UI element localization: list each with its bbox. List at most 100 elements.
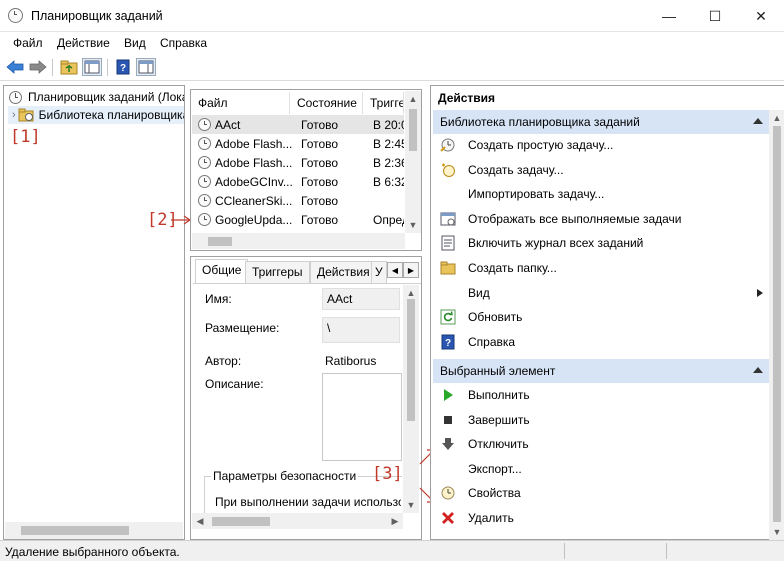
action-label: Включить журнал всех заданий xyxy=(468,236,644,251)
action-disable-2[interactable]: Отключить xyxy=(434,433,770,455)
task-status: Готово xyxy=(301,117,339,132)
collapse-caret-icon[interactable] xyxy=(753,367,763,373)
menu-view[interactable]: Вид xyxy=(124,36,146,50)
tree-hscrollbar[interactable] xyxy=(5,522,183,539)
scroll-right-icon[interactable]: ▶ xyxy=(387,513,403,529)
location-field[interactable]: \ xyxy=(322,317,400,343)
tree-root[interactable]: Планировщик заданий (Локальный) xyxy=(8,88,184,106)
menu-action[interactable]: Действие xyxy=(57,36,110,50)
console-tree-icon xyxy=(84,60,100,74)
description-field[interactable] xyxy=(322,373,402,461)
action-help-8[interactable]: ? Справка xyxy=(434,331,770,353)
tab-actions[interactable]: Действия xyxy=(310,261,377,283)
actions-title: Действия xyxy=(438,91,496,105)
svg-text:?: ? xyxy=(120,63,126,74)
name-field[interactable]: AAct xyxy=(322,288,400,310)
scroll-up-icon[interactable]: ▲ xyxy=(769,110,784,126)
action-action-2[interactable]: Импортировать задачу... xyxy=(434,183,770,205)
scroll-down-icon[interactable]: ▼ xyxy=(403,497,419,513)
action-wizard-0[interactable]: Создать простую задачу... xyxy=(434,134,770,156)
task-row[interactable]: AAct Готово В 20:00 xyxy=(192,115,404,134)
log-icon xyxy=(438,235,458,251)
scrollbar-thumb[interactable] xyxy=(212,517,270,526)
maximize-button[interactable]: ☐ xyxy=(692,0,738,32)
scroll-down-icon[interactable]: ▼ xyxy=(405,217,421,233)
status-bar: Удаление выбранного объекта. xyxy=(0,540,784,561)
back-button[interactable] xyxy=(5,58,25,76)
group-library-header[interactable]: Библиотека планировщика заданий xyxy=(433,110,769,134)
task-clock-icon xyxy=(198,137,211,150)
tab-divider xyxy=(193,283,421,284)
scrollbar-thumb[interactable] xyxy=(407,299,415,421)
action-label: Импортировать задачу... xyxy=(468,187,605,202)
status-divider xyxy=(564,543,565,559)
action-refresh-7[interactable]: Обновить xyxy=(434,306,770,328)
show-hide-actions-button[interactable] xyxy=(136,58,156,76)
scroll-left-icon[interactable]: ◀ xyxy=(192,513,208,529)
scrollbar-thumb[interactable] xyxy=(208,237,232,246)
minimize-button[interactable]: — xyxy=(646,0,692,32)
folder-icon xyxy=(438,260,458,276)
tab-scroll-left-icon[interactable]: ◀ xyxy=(387,262,403,278)
task-name: AAct xyxy=(215,117,241,132)
folder-up-icon xyxy=(60,60,78,75)
column-header-triggers[interactable]: Триггеры xyxy=(364,92,404,114)
author-value: Ratiborus xyxy=(325,354,377,368)
task-hscrollbar[interactable] xyxy=(192,233,405,249)
task-list: Файл Состояние Триггеры AAct Готово В 20:0… xyxy=(190,89,422,251)
task-vscrollbar[interactable]: ▲ ▼ xyxy=(405,91,421,233)
scrollbar-thumb[interactable] xyxy=(773,126,781,522)
action-run-0[interactable]: Выполнить xyxy=(434,384,770,406)
menu-bar: Файл Действие Вид Справка xyxy=(0,33,784,54)
close-button[interactable]: ✕ xyxy=(738,0,784,32)
task-row[interactable]: Adobe Flash... Готово В 2:45 xyxy=(192,134,404,153)
status-divider xyxy=(666,543,667,559)
action-folder-5[interactable]: Создать папку... xyxy=(434,257,770,279)
tree-library[interactable]: › Библиотека планировщика заданий xyxy=(8,106,184,124)
scroll-down-icon[interactable]: ▼ xyxy=(769,524,784,540)
task-name: AdobeGCInv... xyxy=(215,174,293,189)
task-clock-icon xyxy=(198,194,211,207)
action-log-4[interactable]: Включить журнал всех заданий xyxy=(434,232,770,254)
tab-triggers[interactable]: Триггеры xyxy=(245,261,310,283)
task-row[interactable]: CCleanerSki... Готово xyxy=(192,191,404,210)
details-vscrollbar[interactable]: ▲ ▼ xyxy=(403,285,419,513)
task-row[interactable]: AdobeGCInv... Готово В 6:32 xyxy=(192,172,404,191)
tab-conditions[interactable]: У xyxy=(371,261,387,283)
task-row[interactable]: GoogleUpda... Готово Опред xyxy=(192,210,404,229)
action-delete-5[interactable]: Удалить xyxy=(434,507,770,529)
blank-icon xyxy=(438,285,458,301)
expand-chevron-icon[interactable]: › xyxy=(12,109,16,121)
task-row[interactable]: Adobe Flash... Готово В 2:36 xyxy=(192,153,404,172)
show-hide-tree-button[interactable] xyxy=(82,58,102,76)
submenu-arrow-icon xyxy=(757,288,763,297)
action-action-3[interactable]: Экспорт... xyxy=(434,458,770,480)
menu-file[interactable]: Файл xyxy=(13,36,43,50)
up-folder-button[interactable] xyxy=(59,58,79,76)
actions-vscrollbar[interactable]: ▲ ▼ xyxy=(769,110,784,541)
action-action-6[interactable]: Вид xyxy=(434,282,770,304)
task-trigger: В 2:45 xyxy=(373,136,404,151)
tab-general[interactable]: Общие xyxy=(195,259,249,283)
scroll-up-icon[interactable]: ▲ xyxy=(405,91,421,107)
action-stop-1[interactable]: Завершить xyxy=(434,409,770,431)
action-label: Обновить xyxy=(468,310,523,325)
column-header-file[interactable]: Файл xyxy=(192,92,290,114)
scrollbar-thumb[interactable] xyxy=(21,526,129,535)
help-book-icon: ? xyxy=(116,59,130,75)
action-label: Создать задачу... xyxy=(468,162,564,177)
action-properties-4[interactable]: Свойства xyxy=(434,482,770,504)
details-hscrollbar[interactable]: ◀ ▶ xyxy=(192,513,403,529)
collapse-caret-icon[interactable] xyxy=(753,118,763,124)
action-running-tasks-3[interactable]: Отображать все выполняемые задачи xyxy=(434,208,770,230)
group-selected-header[interactable]: Выбранный элемент xyxy=(433,359,769,383)
tab-scroll-right-icon[interactable]: ▶ xyxy=(403,262,419,278)
task-trigger: Опред xyxy=(373,212,404,227)
menu-help[interactable]: Справка xyxy=(160,36,207,50)
help-icon: ? xyxy=(438,334,458,350)
scrollbar-thumb[interactable] xyxy=(409,109,417,151)
column-header-status[interactable]: Состояние xyxy=(291,92,363,114)
forward-button[interactable] xyxy=(28,58,48,76)
help-button[interactable]: ? xyxy=(113,58,133,76)
action-new-task-1[interactable]: Создать задачу... xyxy=(434,159,770,181)
